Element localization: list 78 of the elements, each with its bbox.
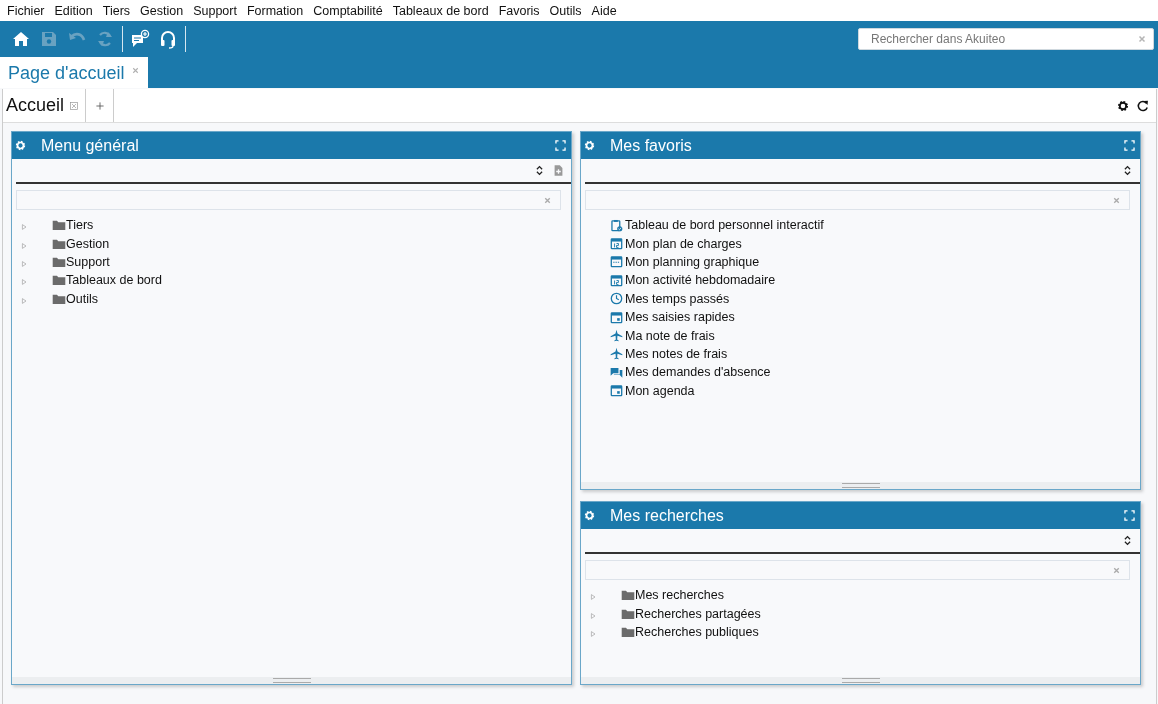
resize-handle[interactable]: [581, 677, 1140, 684]
chat-add-icon[interactable]: [130, 29, 150, 49]
tree-item[interactable]: Tableaux de bord: [18, 271, 571, 290]
expand-arrow-icon[interactable]: [20, 223, 28, 232]
favorite-item[interactable]: Mon planning graphique: [587, 252, 1140, 272]
filter-field[interactable]: [585, 560, 1130, 580]
calendar-icon: [610, 310, 623, 324]
filter-field[interactable]: [585, 190, 1130, 210]
calendar-icon: [610, 273, 623, 287]
menu-item[interactable]: Aide: [586, 3, 622, 18]
expand-arrow-icon[interactable]: [20, 296, 28, 305]
settings-icon[interactable]: [1116, 98, 1130, 113]
clear-icon[interactable]: [1137, 34, 1147, 44]
folder-icon: [621, 625, 635, 639]
add-tab-icon: [93, 99, 106, 112]
refresh-icon[interactable]: [1136, 98, 1150, 113]
favorite-item[interactable]: Mon activité hebdomadaire: [587, 271, 1140, 290]
resize-handle[interactable]: [581, 482, 1140, 489]
new-document-icon[interactable]: [552, 164, 565, 177]
favorite-item[interactable]: Mon agenda: [587, 381, 1140, 400]
airplane-icon: [610, 347, 623, 361]
resize-handle[interactable]: [12, 677, 571, 684]
menu-item[interactable]: Comptabilité: [308, 3, 388, 18]
headset-icon[interactable]: [158, 29, 178, 49]
menu-item[interactable]: Tableaux de bord: [387, 3, 494, 18]
favorite-item[interactable]: Mon plan de charges: [587, 234, 1140, 253]
panel-title: Mes recherches: [610, 506, 725, 525]
expand-icon[interactable]: [1123, 509, 1136, 522]
clipboard-icon: [610, 218, 623, 232]
chat-icon: [610, 365, 623, 379]
expand-icon[interactable]: [554, 139, 567, 152]
panel-title: Mes favoris: [610, 136, 693, 155]
folder-icon: [621, 588, 635, 603]
menu-item[interactable]: Fichier: [2, 3, 50, 18]
tree-item[interactable]: Support: [18, 252, 571, 272]
folder-icon: [52, 218, 66, 233]
clear-icon[interactable]: [1112, 195, 1121, 205]
menu-item[interactable]: Tiers: [97, 3, 136, 18]
favorite-item[interactable]: Mes demandes d'absence: [587, 363, 1140, 382]
panel-title: Menu général: [41, 136, 140, 155]
menu-item[interactable]: Edition: [49, 3, 98, 18]
tree-item[interactable]: Outils: [18, 289, 571, 308]
close-icon[interactable]: [130, 66, 140, 75]
tree-item[interactable]: Recherches partagées: [587, 604, 1140, 623]
expand-arrow-icon[interactable]: [589, 593, 597, 602]
home-icon[interactable]: [11, 29, 31, 49]
clear-icon[interactable]: [1112, 565, 1121, 575]
airplane-icon: [610, 329, 623, 343]
folder-icon: [52, 273, 66, 288]
tree-item[interactable]: Tiers: [18, 216, 571, 235]
expand-arrow-icon[interactable]: [20, 278, 28, 287]
menu-item[interactable]: Outils: [544, 3, 587, 18]
clock-icon: [610, 292, 623, 306]
expand-arrow-icon[interactable]: [589, 630, 597, 638]
expand-arrow-icon[interactable]: [20, 241, 28, 250]
favorite-item[interactable]: Mes notes de frais: [587, 344, 1140, 364]
favorite-item[interactable]: Mes saisies rapides: [587, 307, 1140, 327]
menu-item[interactable]: Gestion: [135, 3, 189, 18]
favorite-item[interactable]: Tableau de bord personnel interactif: [587, 216, 1140, 235]
calendar-icon: [610, 384, 623, 398]
expand-icon[interactable]: [1123, 139, 1136, 152]
filter-field[interactable]: [16, 190, 561, 210]
menu-item[interactable]: Formation: [241, 3, 309, 18]
tree-item[interactable]: Gestion: [18, 234, 571, 253]
favorite-item[interactable]: Mes temps passés: [587, 289, 1140, 308]
tree-item[interactable]: Recherches publiques: [587, 622, 1140, 642]
menu-item[interactable]: Favoris: [493, 3, 545, 18]
tree-item[interactable]: Mes recherches: [587, 586, 1140, 605]
calendar-icon: [610, 237, 623, 251]
calendar-icon: [610, 255, 623, 269]
menu-item[interactable]: Support: [188, 3, 242, 18]
close-icon[interactable]: [69, 100, 80, 111]
expand-arrow-icon[interactable]: [20, 259, 28, 268]
expand-arrow-icon[interactable]: [589, 611, 597, 620]
search-field[interactable]: Rechercher dans Akuiteo: [858, 28, 1154, 50]
page-tab[interactable]: Page d'accueil: [0, 57, 148, 88]
favorite-item[interactable]: Ma note de frais: [587, 326, 1140, 345]
clear-icon[interactable]: [543, 195, 552, 205]
